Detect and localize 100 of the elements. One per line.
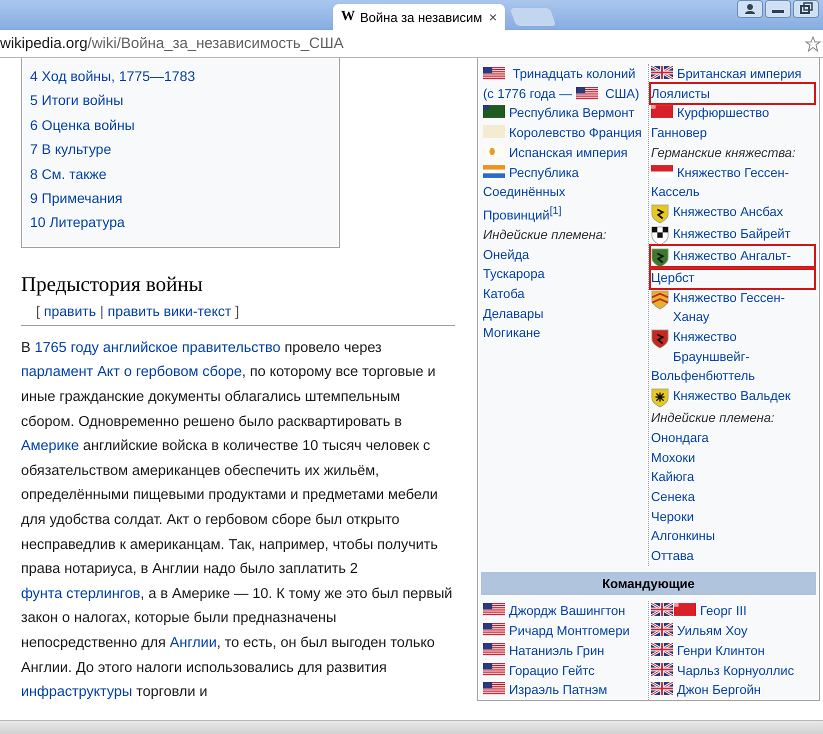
striped-flag-icon [483, 603, 505, 616]
striped-flag-icon [483, 662, 505, 676]
shield-icon [651, 290, 669, 310]
infobox-link[interactable]: Британская империя [651, 64, 814, 84]
browser-tab[interactable]: W Война за независим × [333, 4, 505, 30]
article-link[interactable]: Америке [21, 438, 79, 454]
infobox-link[interactable]: Тускарора [483, 264, 646, 284]
infobox-link[interactable]: Княжество Вальдек [651, 386, 814, 406]
infobox-link[interactable]: Генри Клинтон [651, 640, 814, 661]
star-icon[interactable] [805, 36, 821, 52]
infobox-link[interactable]: Чероки [651, 506, 814, 526]
shield-icon [651, 204, 669, 224]
tab-title: Война за независим [360, 10, 484, 24]
infobox-link[interactable]: Натаниэль Грин [483, 640, 646, 661]
shield-icon [651, 388, 669, 408]
infobox-link[interactable]: Княжество Гессен-Кассель [651, 162, 814, 202]
infobox-link[interactable]: Курфюршество Ганновер [651, 103, 814, 143]
contents-link[interactable]: 9 Примечания [30, 190, 123, 206]
infobox-link[interactable]: Княжество Брауншвейг-Вольфенбюттель [651, 327, 814, 386]
infobox-link[interactable]: Княжество Гессен-Ханау [651, 288, 814, 328]
contents-link[interactable]: 4 Ход войны, 1775—1783 [30, 68, 196, 84]
striped-flag-icon [576, 86, 598, 100]
shield-icon [651, 248, 669, 268]
cross-flag-icon [651, 642, 673, 656]
contents-link[interactable]: 7 В культуре [30, 141, 112, 158]
contents-link[interactable]: 5 Итоги войны [30, 92, 124, 108]
infobox-link[interactable]: Цербст [651, 268, 814, 288]
striped-flag-icon [483, 164, 505, 178]
infobox-link[interactable]: Королевство Франция [483, 123, 646, 143]
contents-link[interactable]: 6 Оценка войны [30, 116, 135, 133]
article-link[interactable]: парламент [21, 364, 94, 380]
article-paragraph: В 1765 году английское правительство провело через парламент Акт о гербовом сборе, по которому все торговые и иные гражданские документы облагались штемпельным сбором. Одновременно решено было расквартировать в Америке английские войска в количестве 10 тысяч человек с обязательством американцев обеспечить их жильём, определёнными пищевыми продуктами и предметами мебели для удобства солдат. Акт о гербовом сборе был открыто несправедлив к американцам. Так, например, чтобы получить права нотариуса, в Англии надо было заплатить 2 фунта стерлингов, а в Америке — 10. К тому же это был первый закон о налогах, которые были предназначены непосредственно для Англии, то есть, он был выгоден только Англии. До этого налоги использовались для развития инфраструктуры торговли и [21, 338, 453, 702]
infobox-link[interactable]: Катоба [483, 284, 646, 304]
edit-link[interactable]: править вики-текст [108, 302, 232, 319]
infobox-link[interactable]: Онондага [651, 428, 814, 448]
flag-icon [651, 105, 673, 118]
minimize-icon[interactable] [765, 0, 791, 18]
group-heading: Германские княжества: [651, 144, 796, 160]
infobox-link[interactable]: (с 1776 года — [483, 86, 572, 101]
article-link[interactable]: Англии [170, 634, 217, 651]
infobox-link[interactable]: Республика Вермонт [483, 103, 646, 124]
cross-flag-icon [651, 66, 673, 79]
infobox-link[interactable]: Сенека [651, 486, 814, 507]
infobox-link[interactable]: Кайюга [651, 467, 814, 487]
site-logo: W [341, 9, 355, 25]
infobox-link[interactable]: Алгонкины [651, 526, 814, 546]
infobox-link[interactable]: Республика Соединённых Провинций$^{[1]}$ [483, 162, 646, 225]
infobox-link[interactable]: Георг III [651, 601, 814, 622]
contents-link[interactable]: 10 Литература [30, 214, 125, 230]
flag-icon [674, 603, 696, 616]
cross-flag-icon [651, 682, 673, 696]
infobox-link[interactable]: Княжество Ансбах [651, 202, 814, 222]
infobox-link[interactable]: Испанская империя [483, 142, 646, 163]
infobox-link[interactable]: Израэль Патнэм [483, 680, 646, 700]
article-link[interactable]: английское правительство [102, 340, 280, 356]
cross-flag-icon [651, 603, 673, 616]
striped-flag-icon [483, 682, 505, 696]
infobox-link[interactable]: Ричард Монтгомери [483, 621, 646, 641]
cross-flag-icon [651, 623, 673, 636]
shield-icon [651, 329, 669, 350]
infobox-link[interactable]: Могикане [483, 323, 646, 344]
flag-icon [483, 144, 505, 158]
flag-icon [483, 125, 505, 138]
infobox-link[interactable]: Оттава [651, 546, 814, 566]
infobox-link[interactable]: Горацио Гейтс [483, 660, 646, 680]
flag-icon [651, 164, 673, 178]
infobox-link[interactable]: Онейда [483, 244, 646, 264]
article-link[interactable]: инфраструктуры [21, 684, 132, 700]
flag-icon [483, 105, 505, 118]
restore-icon[interactable] [793, 0, 819, 18]
infobox-link[interactable]: Делавары [483, 304, 646, 324]
user-icon[interactable] [737, 0, 763, 18]
infobox-link[interactable]: Джон Бергойн [651, 680, 814, 700]
contents-link[interactable]: 8 См. также [30, 166, 107, 182]
group-heading: Индейские племена: [651, 410, 774, 426]
article-link[interactable]: 1765 году [34, 340, 99, 356]
separator: | [100, 302, 104, 319]
infobox-link[interactable]: Тринадцать колоний [512, 66, 636, 81]
infobox-link[interactable]: США) [605, 86, 640, 101]
section-header: Командующие [481, 572, 816, 596]
infobox-link[interactable]: Чарльз Корнуоллис [651, 660, 814, 680]
infobox-link[interactable]: Уильям Хоу [651, 621, 814, 641]
striped-flag-icon [483, 623, 505, 636]
infobox-link[interactable]: Мохоки [651, 448, 814, 468]
article-link[interactable]: Акт о гербовом сборе [97, 364, 242, 380]
group-heading: Индейские племена: [483, 226, 606, 242]
striped-flag-icon [483, 642, 505, 656]
bracket: [ [36, 302, 40, 319]
infobox-link[interactable]: Джордж Вашингтон [483, 601, 646, 622]
article-link[interactable]: фунта стерлингов [21, 586, 140, 602]
infobox-link[interactable]: Лоялисты [651, 84, 814, 104]
infobox-link[interactable]: Княжество Байрейт [651, 224, 814, 244]
shield-icon [651, 226, 669, 246]
bracket: ] [235, 302, 240, 319]
section-heading: Предыстория войны [21, 272, 204, 297]
address-field[interactable]: wikipedia.org/wiki/Война_за_независимость_США [0, 35, 805, 52]
striped-flag-icon [483, 67, 505, 80]
edit-link[interactable]: править [44, 302, 96, 319]
infobox-link[interactable]: Княжество Ангальт- [651, 246, 814, 266]
close-tab-button[interactable]: × [488, 9, 497, 25]
